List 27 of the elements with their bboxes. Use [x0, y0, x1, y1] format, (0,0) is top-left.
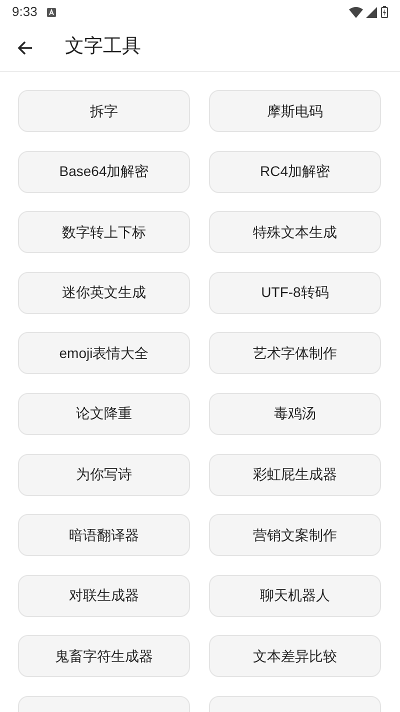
tool-button[interactable]: UTF-8转码: [209, 272, 381, 314]
signal-icon: [366, 6, 377, 18]
keyboard-notification-icon: [47, 8, 56, 16]
tool-button[interactable]: 摩斯电码: [209, 90, 381, 132]
battery-icon: [381, 6, 388, 18]
page-title: 文字工具: [65, 35, 141, 60]
tool-button[interactable]: 毒鸡汤: [209, 392, 381, 435]
tool-button[interactable]: 彩虹屁生成器: [209, 454, 381, 496]
tool-button[interactable]: 特殊文本生成: [209, 211, 381, 254]
tool-button[interactable]: 鬼畜字符生成器: [18, 635, 190, 678]
tool-button[interactable]: 对联生成器: [18, 574, 190, 617]
tool-button[interactable]: 文本差异比较: [209, 635, 381, 678]
tool-button[interactable]: 艺术字体制作: [209, 332, 381, 374]
wifi-icon: [349, 6, 363, 18]
back-arrow-icon[interactable]: [17, 40, 33, 56]
tool-button[interactable]: 营销文案制作: [209, 514, 381, 556]
tool-button[interactable]: 聊天机器人: [209, 574, 381, 617]
tool-button[interactable]: 数字转上下标: [18, 211, 190, 254]
tool-button[interactable]: 拆字: [18, 90, 190, 132]
tool-button[interactable]: emoji表情大全: [18, 332, 190, 374]
tool-button[interactable]: Base64加解密: [18, 150, 190, 193]
tool-button[interactable]: 论文降重: [18, 392, 190, 435]
status-time: 9:33: [12, 3, 38, 22]
tool-button[interactable]: RC4加解密: [209, 150, 381, 193]
tool-button[interactable]: 为你写诗: [18, 454, 190, 496]
tool-button[interactable]: 暗语翻译器: [18, 514, 190, 556]
tool-button[interactable]: 迷你英文生成: [18, 272, 190, 314]
